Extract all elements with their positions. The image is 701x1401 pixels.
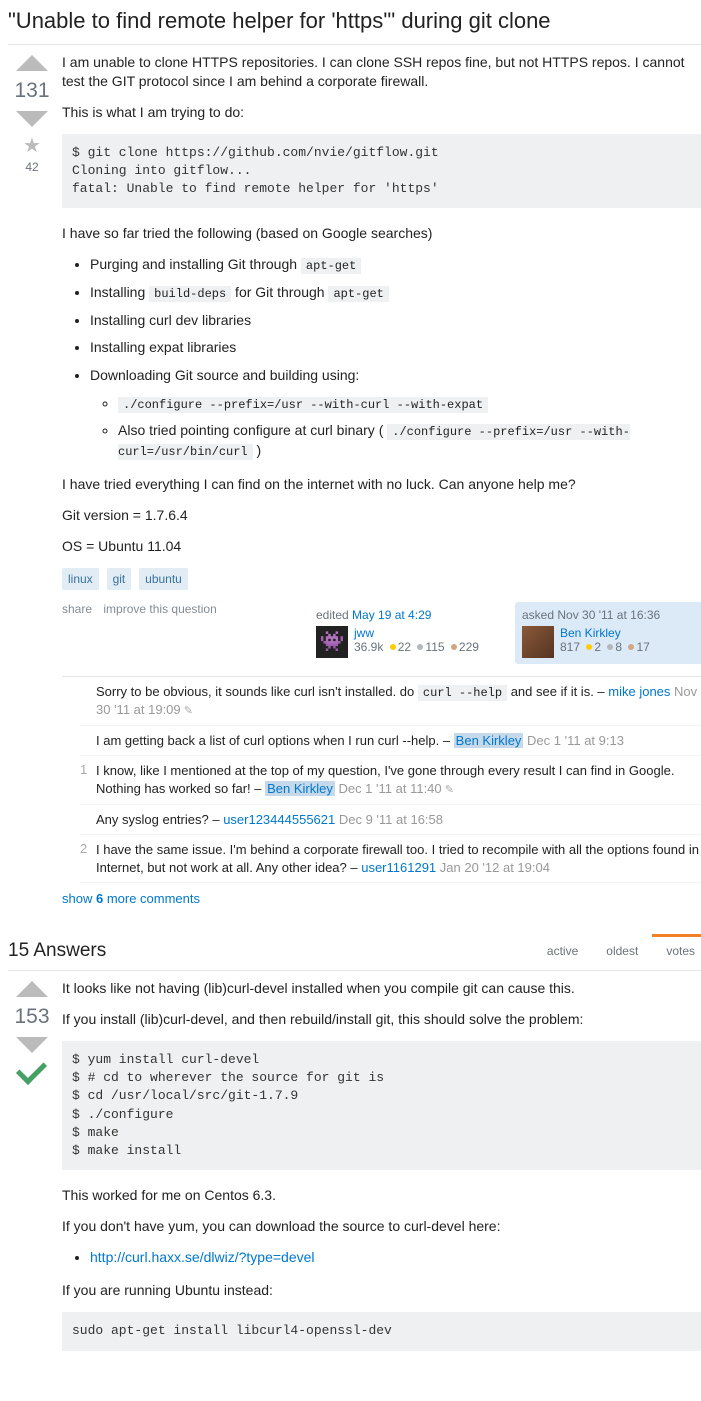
list-item: Installing curl dev libraries [90,311,701,331]
tag[interactable]: ubuntu [139,568,188,590]
comment-score [80,683,96,719]
tag-list: linux git ubuntu [62,568,701,590]
code-block: sudo apt-get install libcurl4-openssl-de… [62,1312,701,1350]
answer-text: If you install (lib)curl-devel, and then… [62,1010,701,1029]
editor-signature: edited May 19 at 4:29 👾 jww 36.9k 22 115… [309,602,503,664]
upvote-button[interactable] [16,981,48,997]
comment: 2I have the same issue. I'm behind a cor… [80,835,701,883]
comment-body: I am getting back a list of curl options… [96,732,701,750]
comment-list: Sorry to be obvious, it sounds like curl… [62,676,701,884]
external-link[interactable]: http://curl.haxx.se/dlwiz/?type=devel [90,1249,315,1265]
favorite-count: 42 [25,160,38,174]
comment-score [80,732,96,750]
comment-user[interactable]: Ben Kirkley [454,733,524,748]
pencil-icon: ✎ [442,784,454,796]
answers-header: 15 Answers active oldest votes [8,932,701,971]
avatar[interactable]: 👾 [316,626,348,658]
comment-body: I know, like I mentioned at the top of m… [96,762,701,797]
question-post: 131 ★ 42 I am unable to clone HTTPS repo… [8,53,701,910]
user-rep: 817 2 8 17 [560,640,650,654]
question-text: This is what I am trying to do: [62,103,701,122]
comment: 1I know, like I mentioned at the top of … [80,756,701,804]
vote-count: 131 [14,79,49,103]
edit-timestamp[interactable]: May 19 at 4:29 [352,608,431,622]
tab-oldest[interactable]: oldest [592,934,652,968]
user-link[interactable]: Ben Kirkley [560,626,650,640]
avatar[interactable] [522,626,554,658]
share-link[interactable]: share [62,602,92,616]
list-item: Installing expat libraries [90,338,701,358]
list-item: http://curl.haxx.se/dlwiz/?type=devel [90,1248,701,1268]
comment-user[interactable]: user123444555621 [223,812,335,827]
answer-text: This worked for me on Centos 6.3. [62,1186,701,1205]
tag[interactable]: git [107,568,132,590]
question-text: I am unable to clone HTTPS repositories.… [62,53,701,91]
list-item: Installing build-deps for Git through ap… [90,283,701,303]
comment-score [80,811,96,829]
comment-date: Dec 1 '11 at 9:13 [523,733,624,748]
comment-body: I have the same issue. I'm behind a corp… [96,841,701,876]
list-item: Purging and installing Git through apt-g… [90,255,701,275]
question-text: Git version = 1.7.6.4 [62,506,701,525]
answer-post: 153 It looks like not having (lib)curl-d… [8,979,701,1366]
comment-user[interactable]: Ben Kirkley [265,781,335,796]
post-menu: share improve this question [62,602,225,616]
comment-body: Sorry to be obvious, it sounds like curl… [96,683,701,719]
comment: Sorry to be obvious, it sounds like curl… [80,677,701,726]
answer-tabs: active oldest votes [533,934,701,968]
accepted-icon [18,1059,46,1087]
comment-score: 2 [80,841,96,876]
list-item: Also tried pointing configure at curl bi… [118,421,701,461]
comment: Any syslog entries? – user123444555621 D… [80,805,701,836]
answer-text: It looks like not having (lib)curl-devel… [62,979,701,998]
bullet-list: Purging and installing Git through apt-g… [62,255,701,461]
question-text: I have so far tried the following (based… [62,224,701,243]
vote-count: 153 [14,1005,49,1029]
question-text: I have tried everything I can find on th… [62,475,701,494]
answers-count: 15 Answers [8,932,106,970]
author-signature: asked Nov 30 '11 at 16:36 Ben Kirkley 81… [515,602,701,664]
comment-date: Jan 20 '12 at 19:04 [436,860,550,875]
vote-column: 131 ★ 42 [8,53,56,910]
comment-user[interactable]: user1161291 [361,860,436,875]
pencil-icon: ✎ [181,705,193,717]
show-more-comments[interactable]: show 6 more comments [62,883,200,910]
comment-user[interactable]: mike jones [608,684,670,699]
question-text: OS = Ubuntu 11.04 [62,537,701,556]
comment: I am getting back a list of curl options… [80,726,701,757]
user-link[interactable]: jww [354,626,479,640]
list-item: ./configure --prefix=/usr --with-curl --… [118,394,701,414]
downvote-button[interactable] [16,1037,48,1053]
downvote-button[interactable] [16,111,48,127]
upvote-button[interactable] [16,55,48,71]
vote-column: 153 [8,979,56,1366]
answer-text: If you are running Ubuntu instead: [62,1281,701,1300]
code-block: $ yum install curl-devel $ # cd to where… [62,1041,701,1170]
tab-active[interactable]: active [533,934,592,968]
user-rep: 36.9k 22 115 229 [354,640,479,654]
comment-score: 1 [80,762,96,797]
list-item: Downloading Git source and building usin… [90,366,701,461]
asked-timestamp: Nov 30 '11 at 16:36 [557,608,660,622]
page-title: "Unable to find remote helper for 'https… [8,8,701,45]
comment-date: Dec 1 '11 at 11:40 [335,781,442,796]
favorite-button[interactable]: ★ [23,133,41,158]
comment-date: Dec 9 '11 at 16:58 [335,812,443,827]
tag[interactable]: linux [62,568,99,590]
answer-text: If you don't have yum, you can download … [62,1217,701,1236]
tab-votes[interactable]: votes [652,934,701,968]
comment-body: Any syslog entries? – user123444555621 D… [96,811,701,829]
improve-link[interactable]: improve this question [103,602,216,616]
code-block: $ git clone https://github.com/nvie/gitf… [62,134,701,209]
